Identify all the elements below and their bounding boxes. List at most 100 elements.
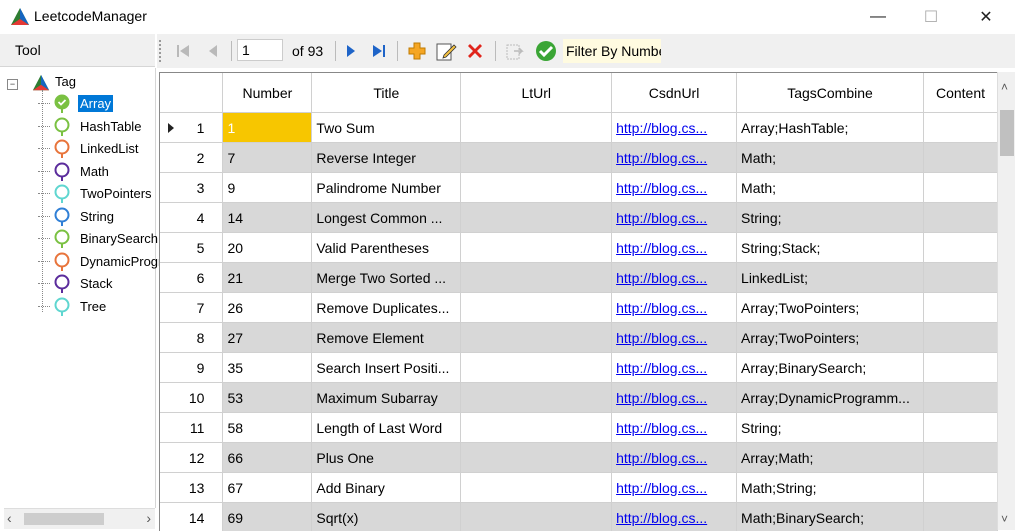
cell-title[interactable]: Two Sum bbox=[312, 113, 461, 143]
table-row[interactable]: 1367Add Binaryhttp://blog.cs...Math;Stri… bbox=[160, 473, 998, 503]
cell-lturl[interactable] bbox=[461, 113, 612, 143]
cell-number[interactable]: 67 bbox=[223, 473, 312, 503]
row-header[interactable]: 9 bbox=[160, 353, 223, 383]
edit-icon[interactable] bbox=[433, 39, 459, 63]
cell-lturl[interactable] bbox=[461, 173, 612, 203]
csdn-link[interactable]: http://blog.cs... bbox=[616, 180, 707, 196]
cell-title[interactable]: Plus One bbox=[312, 443, 461, 473]
cell-csdnurl[interactable]: http://blog.cs... bbox=[612, 113, 737, 143]
tree-item-array[interactable]: Array bbox=[38, 92, 168, 114]
cell-tagscombine[interactable]: Array;BinarySearch; bbox=[737, 353, 924, 383]
row-header[interactable]: 12 bbox=[160, 443, 223, 473]
column-header-lturl[interactable]: LtUrl bbox=[461, 73, 612, 113]
maximize-button[interactable]: ☐ bbox=[908, 0, 954, 34]
cell-number[interactable]: 9 bbox=[223, 173, 312, 203]
cell-csdnurl[interactable]: http://blog.cs... bbox=[612, 473, 737, 503]
close-button[interactable]: ✕ bbox=[963, 0, 1009, 34]
filter-by-number-button[interactable]: Filter By Number bbox=[563, 39, 661, 63]
cell-lturl[interactable] bbox=[461, 143, 612, 173]
toolbar-grip[interactable] bbox=[159, 40, 164, 62]
cell-number[interactable]: 27 bbox=[223, 323, 312, 353]
table-row[interactable]: 827Remove Elementhttp://blog.cs...Array;… bbox=[160, 323, 998, 353]
cell-number[interactable]: 26 bbox=[223, 293, 312, 323]
delete-icon[interactable] bbox=[463, 39, 487, 63]
cell-content[interactable] bbox=[924, 473, 998, 503]
cell-number[interactable]: 69 bbox=[223, 503, 312, 531]
cell-tagscombine[interactable]: LinkedList; bbox=[737, 263, 924, 293]
cell-csdnurl[interactable]: http://blog.cs... bbox=[612, 383, 737, 413]
cell-lturl[interactable] bbox=[461, 473, 612, 503]
tree-item-hashtable[interactable]: HashTable bbox=[38, 115, 168, 137]
csdn-link[interactable]: http://blog.cs... bbox=[616, 480, 707, 496]
cell-tagscombine[interactable]: Array;Math; bbox=[737, 443, 924, 473]
cell-content[interactable] bbox=[924, 413, 998, 443]
cell-lturl[interactable] bbox=[461, 383, 612, 413]
cell-lturl[interactable] bbox=[461, 323, 612, 353]
cell-csdnurl[interactable]: http://blog.cs... bbox=[612, 293, 737, 323]
table-row[interactable]: 1158Length of Last Wordhttp://blog.cs...… bbox=[160, 413, 998, 443]
table-row[interactable]: 935Search Insert Positi...http://blog.cs… bbox=[160, 353, 998, 383]
cell-number[interactable]: 66 bbox=[223, 443, 312, 473]
cell-number[interactable]: 14 bbox=[223, 203, 312, 233]
table-row[interactable]: 39Palindrome Numberhttp://blog.cs...Math… bbox=[160, 173, 998, 203]
cell-tagscombine[interactable]: Math; bbox=[737, 143, 924, 173]
csdn-link[interactable]: http://blog.cs... bbox=[616, 120, 707, 136]
cell-tagscombine[interactable]: Array;TwoPointers; bbox=[737, 323, 924, 353]
csdn-link[interactable]: http://blog.cs... bbox=[616, 270, 707, 286]
table-row[interactable]: 520Valid Parentheseshttp://blog.cs...Str… bbox=[160, 233, 998, 263]
last-page-icon[interactable] bbox=[367, 39, 391, 63]
cell-csdnurl[interactable]: http://blog.cs... bbox=[612, 353, 737, 383]
column-header-number[interactable]: Number bbox=[223, 73, 312, 113]
row-header[interactable]: 7 bbox=[160, 293, 223, 323]
column-header-tagscombine[interactable]: TagsCombine bbox=[737, 73, 924, 113]
cell-content[interactable] bbox=[924, 263, 998, 293]
cell-lturl[interactable] bbox=[461, 353, 612, 383]
table-row[interactable]: 1469Sqrt(x)http://blog.cs...Math;BinaryS… bbox=[160, 503, 998, 531]
cell-content[interactable] bbox=[924, 383, 998, 413]
csdn-link[interactable]: http://blog.cs... bbox=[616, 240, 707, 256]
first-page-icon[interactable] bbox=[171, 39, 195, 63]
table-row[interactable]: 621Merge Two Sorted ...http://blog.cs...… bbox=[160, 263, 998, 293]
csdn-link[interactable]: http://blog.cs... bbox=[616, 210, 707, 226]
confirm-check-icon[interactable] bbox=[533, 39, 559, 63]
cell-title[interactable]: Remove Duplicates... bbox=[312, 293, 461, 323]
grid-vertical-scrollbar[interactable]: ˄ ˅ bbox=[997, 72, 1015, 530]
cell-lturl[interactable] bbox=[461, 233, 612, 263]
cell-tagscombine[interactable]: Array;DynamicProgramm... bbox=[737, 383, 924, 413]
export-icon[interactable] bbox=[503, 39, 529, 63]
cell-lturl[interactable] bbox=[461, 503, 612, 531]
row-header[interactable]: 11 bbox=[160, 413, 223, 443]
cell-tagscombine[interactable]: String; bbox=[737, 203, 924, 233]
tree-item-string[interactable]: String bbox=[38, 205, 168, 227]
row-header[interactable]: 2 bbox=[160, 143, 223, 173]
tree-horizontal-scrollbar[interactable]: ‹ › bbox=[4, 508, 155, 529]
table-row[interactable]: 11Two Sumhttp://blog.cs...Array;HashTabl… bbox=[160, 113, 998, 143]
cell-tagscombine[interactable]: Math;BinarySearch; bbox=[737, 503, 924, 531]
column-header-content[interactable]: Content bbox=[924, 73, 998, 113]
scroll-down-icon[interactable]: ˅ bbox=[1001, 512, 1008, 526]
column-header-csdnurl[interactable]: CsdnUrl bbox=[612, 73, 737, 113]
csdn-link[interactable]: http://blog.cs... bbox=[616, 420, 707, 436]
tree-item-math[interactable]: Math bbox=[38, 160, 168, 182]
cell-title[interactable]: Maximum Subarray bbox=[312, 383, 461, 413]
scroll-up-icon[interactable]: ˄ bbox=[1001, 80, 1008, 94]
cell-content[interactable] bbox=[924, 293, 998, 323]
cell-number[interactable]: 21 bbox=[223, 263, 312, 293]
cell-tagscombine[interactable]: Array;TwoPointers; bbox=[737, 293, 924, 323]
cell-content[interactable] bbox=[924, 173, 998, 203]
column-header-title[interactable]: Title bbox=[312, 73, 461, 113]
cell-title[interactable]: Add Binary bbox=[312, 473, 461, 503]
csdn-link[interactable]: http://blog.cs... bbox=[616, 390, 707, 406]
cell-lturl[interactable] bbox=[461, 263, 612, 293]
cell-lturl[interactable] bbox=[461, 203, 612, 233]
cell-csdnurl[interactable]: http://blog.cs... bbox=[612, 413, 737, 443]
cell-number[interactable]: 1 bbox=[223, 113, 312, 143]
cell-content[interactable] bbox=[924, 323, 998, 353]
scrollbar-thumb[interactable] bbox=[1000, 110, 1014, 156]
cell-number[interactable]: 7 bbox=[223, 143, 312, 173]
cell-content[interactable] bbox=[924, 113, 998, 143]
cell-title[interactable]: Remove Element bbox=[312, 323, 461, 353]
cell-lturl[interactable] bbox=[461, 413, 612, 443]
next-page-icon[interactable] bbox=[339, 39, 363, 63]
cell-csdnurl[interactable]: http://blog.cs... bbox=[612, 323, 737, 353]
